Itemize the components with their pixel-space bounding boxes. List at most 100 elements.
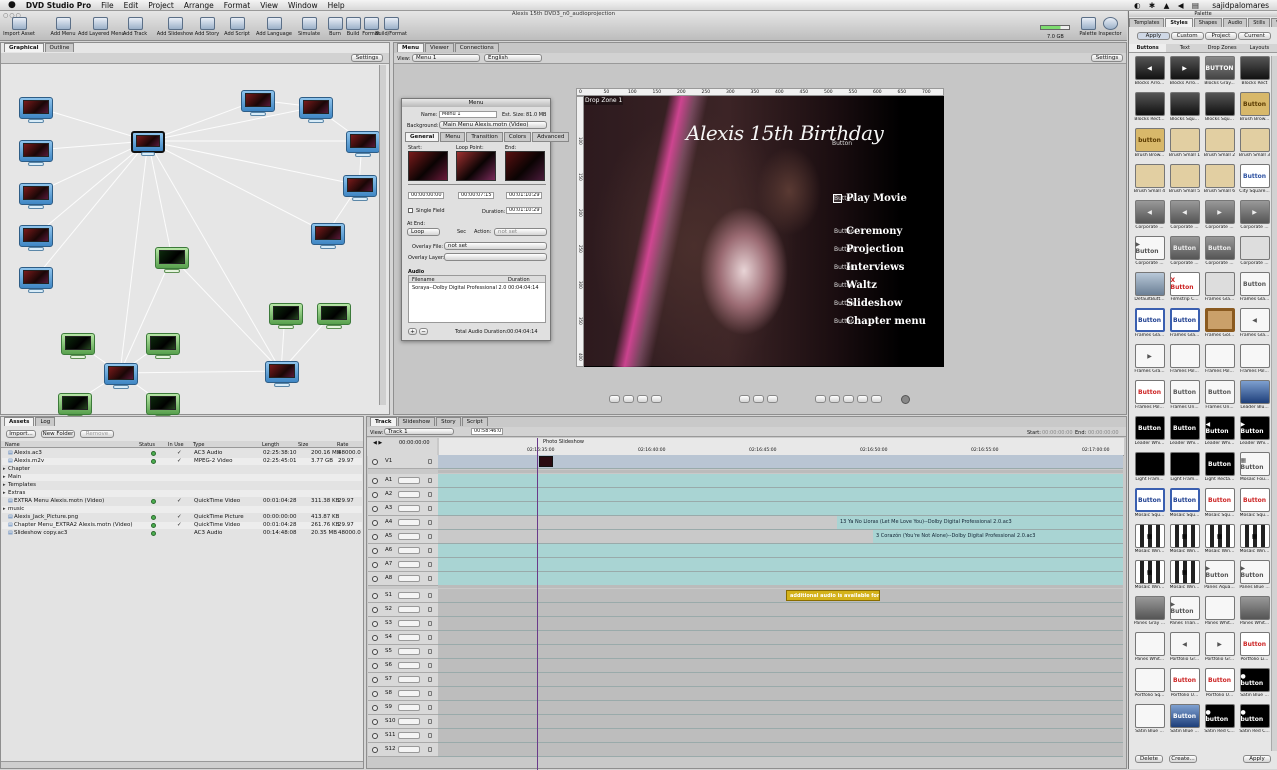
track-enable-radio[interactable] bbox=[372, 733, 378, 739]
track-enable-radio[interactable] bbox=[372, 621, 378, 627]
graph-node[interactable] bbox=[346, 131, 380, 157]
menu-button-slideshow[interactable]: Slideshow bbox=[846, 298, 902, 309]
track-enable-radio[interactable] bbox=[372, 607, 378, 613]
toolbar-button-add-language[interactable]: Add Language bbox=[252, 11, 296, 37]
style-thumbnail[interactable]: Brush Small 1 bbox=[1168, 128, 1201, 162]
asset-row[interactable]: ▤ Slideshow copy.ac3 AC3 Audio 00:14:48:08 2… bbox=[2, 530, 362, 537]
tab-graphical[interactable]: Graphical bbox=[4, 43, 44, 52]
menu-arrange[interactable]: Arrange bbox=[184, 1, 214, 10]
style-thumbnail[interactable]: Button Portfolio U... bbox=[1168, 668, 1201, 702]
style-thumbnail[interactable]: Button Leader Whi... bbox=[1168, 416, 1201, 450]
tab-general[interactable]: General bbox=[405, 132, 440, 142]
style-thumbnail[interactable]: ▶ Button Panes Trian... bbox=[1168, 596, 1201, 630]
lock-icon[interactable] bbox=[428, 747, 432, 752]
style-thumbnail[interactable]: Frames Pol... bbox=[1238, 344, 1270, 378]
track-lane[interactable] bbox=[438, 659, 1123, 673]
col-length[interactable]: Length bbox=[262, 442, 279, 448]
style-thumbnail[interactable]: Button Portfolio U... bbox=[1203, 668, 1236, 702]
app-menu[interactable]: DVD Studio Pro bbox=[26, 1, 91, 10]
start-value[interactable]: 00:00:00:00 bbox=[1042, 430, 1073, 436]
style-thumbnail[interactable]: Button Light Recta... bbox=[1203, 452, 1236, 486]
track-lane[interactable] bbox=[438, 673, 1123, 687]
timeline-timecode[interactable]: 00:58:46:07 bbox=[471, 428, 503, 435]
track-stream-select[interactable] bbox=[398, 732, 420, 739]
track-enable-radio[interactable] bbox=[372, 459, 378, 465]
asset-row[interactable]: ▸ Chapter bbox=[2, 466, 362, 473]
lock-icon[interactable] bbox=[428, 593, 432, 598]
transport-icons[interactable]: ◀ ▶ bbox=[373, 440, 382, 446]
track-enable-radio[interactable] bbox=[372, 506, 378, 512]
track-lane[interactable] bbox=[438, 701, 1123, 715]
style-thumbnail[interactable]: Brush Small 6 bbox=[1203, 164, 1236, 198]
chapter-marker[interactable]: Photo Slideshow bbox=[543, 439, 584, 445]
graph-node[interactable] bbox=[19, 225, 53, 251]
style-thumbnail[interactable]: ▶ Button Corporate ... bbox=[1133, 236, 1166, 270]
graph-settings-button[interactable]: Settings bbox=[351, 54, 383, 62]
lock-icon[interactable] bbox=[428, 663, 432, 668]
toolbar-button-add-menu[interactable]: Add Menu bbox=[46, 11, 80, 37]
asset-row[interactable]: ▤ Chapter Menu_EXTRA2 Alexis.motn (Video)… bbox=[2, 522, 362, 529]
track-stream-select[interactable] bbox=[398, 561, 420, 568]
track-enable-radio[interactable] bbox=[372, 663, 378, 669]
lock-icon[interactable] bbox=[428, 733, 432, 738]
tab-menu[interactable]: Menu bbox=[397, 43, 425, 52]
inspector-button[interactable]: Inspector bbox=[1090, 11, 1130, 37]
style-thumbnail[interactable]: Brush Small 5 bbox=[1168, 164, 1201, 198]
create-style-button[interactable]: Create... bbox=[1169, 755, 1197, 763]
track-stream-select[interactable] bbox=[398, 648, 420, 655]
at-end-select[interactable]: Loop bbox=[407, 228, 440, 236]
graph-node[interactable] bbox=[265, 361, 299, 387]
track-enable-radio[interactable] bbox=[372, 677, 378, 683]
canvas-control-button[interactable] bbox=[739, 395, 750, 403]
track-lane[interactable] bbox=[438, 617, 1123, 631]
canvas-control-button[interactable] bbox=[623, 395, 634, 403]
style-thumbnail[interactable]: Brush Small 3 bbox=[1238, 128, 1270, 162]
graph-node[interactable] bbox=[104, 363, 138, 389]
style-thumbnail[interactable]: ▶ Corporate ... bbox=[1238, 200, 1270, 234]
style-thumbnail[interactable]: Portfolio Sq... bbox=[1133, 668, 1166, 702]
menu-button-projection[interactable]: Projection bbox=[846, 244, 904, 255]
palette-category-buttons[interactable]: Buttons bbox=[1129, 44, 1167, 52]
assets-scrollbar[interactable] bbox=[1, 761, 363, 768]
palette-tab-shapes[interactable]: Shapes bbox=[1193, 18, 1223, 27]
track-lane[interactable] bbox=[438, 743, 1123, 757]
style-thumbnail[interactable]: Satin Blue ... bbox=[1133, 704, 1166, 738]
graph-node[interactable] bbox=[58, 393, 92, 419]
style-thumbnail[interactable]: ▦ Mosaic Win... bbox=[1203, 524, 1236, 558]
new-folder-button[interactable]: New Folder bbox=[41, 430, 75, 438]
style-thumbnail[interactable]: ▶ Button Panes Aqua... bbox=[1203, 560, 1236, 594]
thumbnail-slider[interactable] bbox=[408, 184, 546, 185]
style-thumbnail[interactable]: X Button Filmstrip C... bbox=[1168, 272, 1201, 306]
style-thumbnail[interactable]: ▦ Mosaic Win... bbox=[1168, 560, 1201, 594]
style-thumbnail[interactable]: ▶ Button Leader Whi... bbox=[1238, 416, 1270, 450]
style-thumbnail[interactable]: Blocks Squ... bbox=[1203, 92, 1236, 126]
style-thumbnail[interactable]: Button Corporate ... bbox=[1203, 236, 1236, 270]
style-thumbnail[interactable]: Button Frames Gla... bbox=[1168, 308, 1201, 342]
track-enable-radio[interactable] bbox=[372, 478, 378, 484]
menu-window[interactable]: Window bbox=[288, 1, 318, 10]
palette-category-layouts[interactable]: Layouts bbox=[1241, 44, 1277, 52]
col-inuse[interactable]: In Use bbox=[168, 442, 184, 448]
asset-row[interactable]: ▤ Alexis.m2v ✓ MPEG-2 Video 02:25:45:01 3.77 … bbox=[2, 458, 362, 465]
palette-tab-stills[interactable]: Stills bbox=[1248, 18, 1271, 27]
canvas-control-button[interactable] bbox=[767, 395, 778, 403]
style-thumbnail[interactable]: button Brush Brow... bbox=[1133, 128, 1166, 162]
track-lane[interactable] bbox=[438, 474, 1123, 488]
graph-scrollbar[interactable] bbox=[379, 65, 386, 405]
lock-icon[interactable] bbox=[428, 459, 432, 464]
tab-advanced[interactable]: Advanced bbox=[532, 132, 570, 142]
style-thumbnail[interactable]: Button Portfolio Li... bbox=[1238, 632, 1270, 666]
track-lane[interactable]: additional audio is available for slid..… bbox=[438, 589, 1123, 603]
palette-subtab-project[interactable]: Project bbox=[1204, 32, 1238, 40]
track-stream-select[interactable] bbox=[398, 704, 420, 711]
palette-subtab-apply[interactable]: Apply bbox=[1137, 32, 1170, 40]
palette-subtab-custom[interactable]: Custom bbox=[1170, 32, 1204, 40]
graph-node[interactable] bbox=[146, 393, 180, 419]
track-stream-select[interactable] bbox=[398, 491, 420, 498]
style-thumbnail[interactable]: Brush Small 2 bbox=[1203, 128, 1236, 162]
style-thumbnail[interactable]: ▶ Corporate ... bbox=[1203, 200, 1236, 234]
tab-assets[interactable]: Assets bbox=[4, 417, 35, 426]
track-stream-select[interactable] bbox=[398, 519, 420, 526]
style-thumbnail[interactable]: ▶ Frames Gra... bbox=[1133, 344, 1166, 378]
time-ruler[interactable]: 02:16:35:00 02:16:40:00 02:16:45:00 02:16:5… bbox=[439, 438, 1124, 456]
